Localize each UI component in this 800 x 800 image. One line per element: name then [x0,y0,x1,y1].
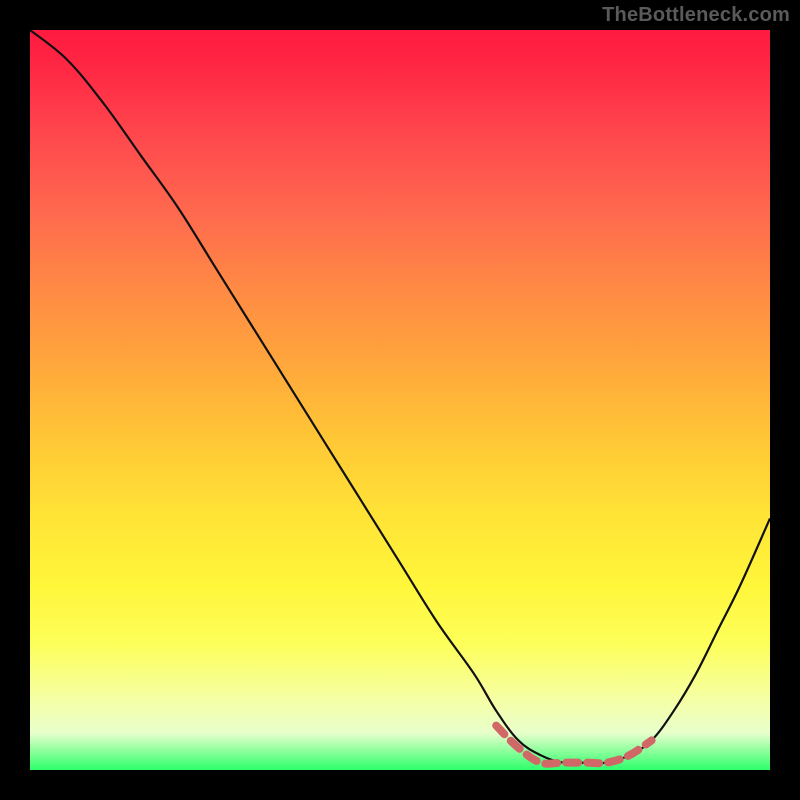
plot-area [30,30,770,770]
watermark-text: TheBottleneck.com [602,4,790,27]
optimal-range-marker [496,726,651,764]
bottleneck-curve [30,30,770,763]
chart-svg [30,30,770,770]
